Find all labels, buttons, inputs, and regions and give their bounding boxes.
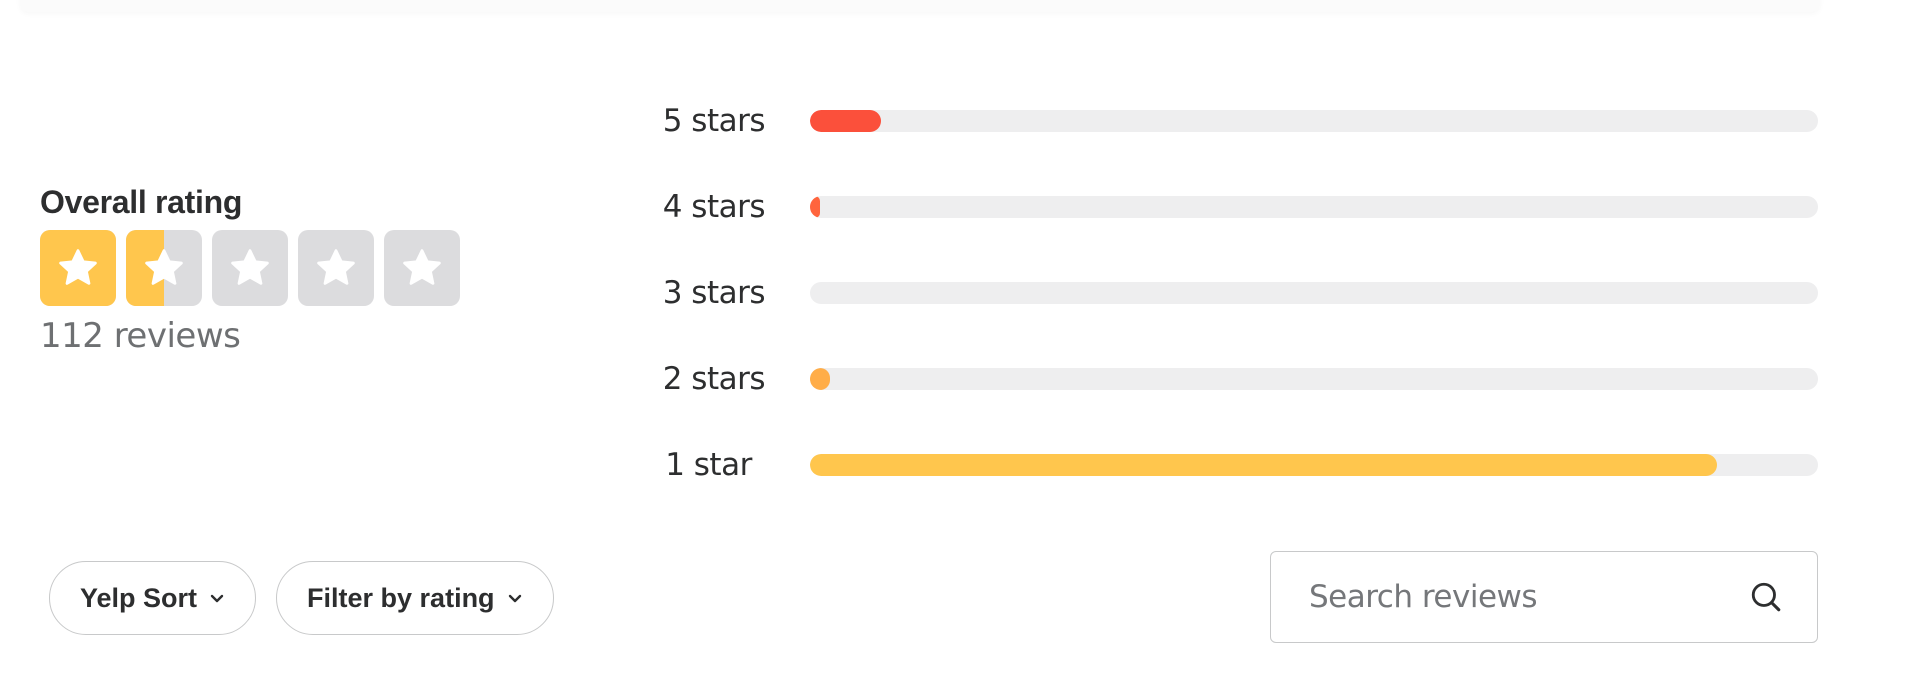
- distribution-bar: [810, 110, 881, 132]
- star-icon: [145, 249, 183, 285]
- distribution-row-2[interactable]: 2 stars: [640, 336, 1820, 422]
- distribution-bar: [810, 196, 821, 218]
- review-count: 112 reviews: [40, 316, 241, 356]
- distribution-row-3[interactable]: 3 stars: [640, 250, 1820, 336]
- distribution-track: [810, 196, 1818, 218]
- distribution-label: 2 stars: [662, 361, 766, 397]
- distribution-row-5[interactable]: 5 stars: [640, 78, 1820, 164]
- distribution-label: 1 star: [665, 447, 752, 483]
- star-3: [212, 230, 288, 306]
- review-controls: Yelp Sort Filter by rating: [49, 561, 554, 635]
- filter-label: Filter by rating: [307, 582, 495, 613]
- star-icon: [317, 249, 355, 285]
- distribution-bar: [810, 368, 831, 390]
- sort-dropdown-button[interactable]: Yelp Sort: [49, 561, 257, 635]
- search-icon[interactable]: [1749, 580, 1783, 614]
- overall-rating-title: Overall rating: [40, 184, 243, 220]
- star-5: [384, 230, 460, 306]
- star-rating: [40, 230, 460, 306]
- star-2: [126, 230, 202, 306]
- search-reviews-box: [1270, 551, 1818, 643]
- distribution-label: 4 stars: [662, 189, 766, 225]
- sort-label: Yelp Sort: [80, 582, 198, 613]
- star-icon: [231, 249, 269, 285]
- distribution-label: 3 stars: [662, 275, 766, 311]
- overall-rating-section: Overall rating 112 reviews: [40, 182, 460, 356]
- rating-distribution: 5 stars 4 stars 3 stars 2 stars 1 star: [640, 78, 1820, 508]
- filter-rating-dropdown-button[interactable]: Filter by rating: [276, 561, 554, 635]
- search-reviews-input[interactable]: [1307, 578, 1749, 616]
- chevron-down-icon: [210, 594, 224, 603]
- star-1: [40, 230, 116, 306]
- chevron-down-icon: [508, 594, 521, 603]
- distribution-row-1[interactable]: 1 star: [640, 422, 1820, 508]
- distribution-row-4[interactable]: 4 stars: [640, 164, 1820, 250]
- distribution-track: [810, 282, 1818, 304]
- distribution-label: 5 stars: [662, 103, 766, 139]
- star-icon: [403, 249, 441, 285]
- star-4: [298, 230, 374, 306]
- distribution-track: [810, 454, 1818, 476]
- previous-section-edge: [20, 0, 1820, 12]
- star-icon: [59, 249, 97, 285]
- distribution-track: [810, 368, 1818, 390]
- distribution-track: [810, 110, 1818, 132]
- distribution-bar: [810, 454, 1718, 476]
